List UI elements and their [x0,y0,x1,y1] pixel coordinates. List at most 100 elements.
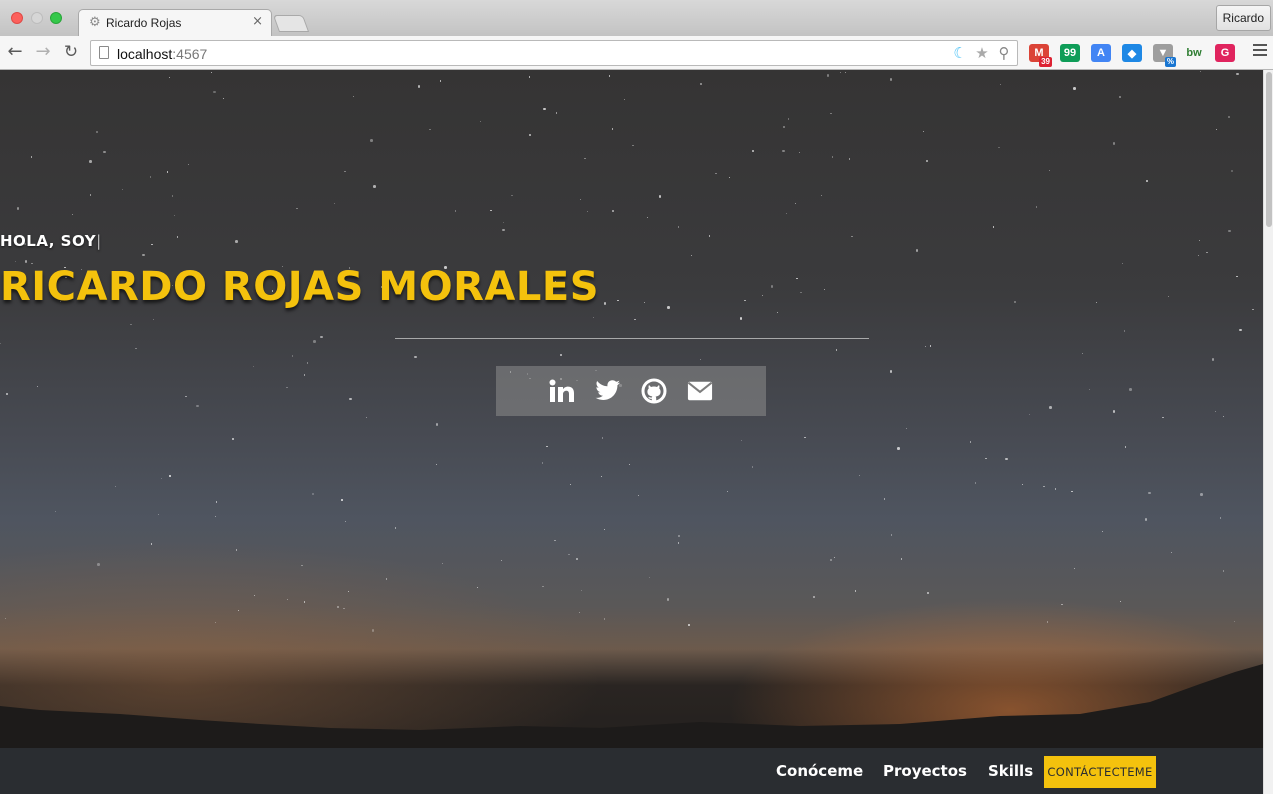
star-dot [840,71,842,73]
star-dot [196,404,199,408]
hero-divider [395,338,869,339]
star-dot [905,427,907,430]
nav-link-proyectos[interactable]: Proyectos [883,762,967,780]
grammarly-extension-icon[interactable]: G [1212,42,1238,64]
nav-link-skills[interactable]: Skills [988,762,1033,780]
star-dot [1146,180,1148,182]
star-dot [417,85,421,88]
nav-link-conoceme[interactable]: Conóceme [776,762,863,780]
star-dot [602,437,604,439]
star-dot [1214,411,1216,413]
star-dot [1230,169,1234,173]
star-dot [690,255,693,257]
star-dot [0,342,2,345]
zoom-icon[interactable]: ⚲ [995,44,1013,62]
star-dot [439,80,441,82]
email-icon[interactable] [687,378,713,404]
url-text[interactable]: localhost:4567 [117,46,207,62]
reload-icon[interactable]: ↻ [60,41,82,63]
maximize-window-button[interactable] [50,12,62,24]
star-dot [788,118,790,120]
browser-tab-active[interactable]: ⚙ Ricardo Rojas × [78,9,272,36]
star-dot [1049,406,1052,409]
star-dot [291,355,294,357]
page-viewport: HOLA, SOY| RICARDO ROJAS MORALES Conócem… [0,70,1263,794]
star-dot [969,441,972,443]
star-dot [14,260,16,262]
close-window-button[interactable] [11,12,23,24]
star-dot [728,177,730,179]
star-dot [922,130,924,133]
translate-extension-icon[interactable]: A [1088,42,1114,64]
minimize-window-button[interactable] [31,12,43,24]
back-arrow-icon[interactable]: ← [4,41,26,63]
star-dot [89,160,92,163]
star-dot [1123,330,1125,332]
star-dot [608,75,611,77]
star-dot [150,543,153,545]
star-dot [677,542,680,544]
star-dot [826,74,830,77]
star-dot [1200,493,1203,496]
star-dot [1046,621,1048,623]
star-dot [992,226,994,228]
star-dot [752,466,754,468]
star-dot [320,335,323,338]
star-dot [1074,567,1076,570]
star-dot [700,83,702,85]
star-dot [1234,620,1236,623]
star-dot [1061,604,1063,606]
star-dot [542,585,544,587]
star-dot [1236,72,1239,76]
star-dot [752,150,754,152]
star-dot [6,393,8,395]
star-dot [371,629,375,632]
linkedin-icon[interactable] [549,378,575,404]
dropbox-extension-icon[interactable]: ◆ [1119,42,1145,64]
star-dot [160,477,162,480]
star-dot [370,139,373,142]
moon-extension-icon[interactable]: ☾ [951,44,969,62]
star-dot [171,195,174,197]
scrollbar-thumb[interactable] [1266,72,1272,227]
star-dot [185,395,187,397]
star-dot [222,98,224,100]
star-dot [930,345,932,347]
star-dot [152,318,154,321]
github-icon[interactable] [641,378,667,404]
star-dot [24,260,28,263]
star-dot [541,462,543,464]
chrome-menu-icon[interactable] [1253,44,1267,59]
star-dot [1120,600,1122,603]
forward-arrow-icon[interactable]: → [32,41,54,63]
star-dot [254,594,256,597]
address-bar[interactable]: localhost:4567 ☾ ★ ⚲ [90,40,1018,66]
page-scrollbar[interactable] [1263,70,1273,794]
star-dot [646,217,649,219]
star-dot [1170,551,1172,554]
star-dot [303,374,306,376]
star-dot [480,120,482,122]
star-dot [311,492,315,496]
contact-button[interactable]: CONTÁCTECTEME [1044,756,1156,788]
star-bookmark-icon[interactable]: ★ [973,44,991,62]
twitter-icon[interactable] [595,378,621,404]
honey-extension-icon[interactable]: ▼% [1150,42,1176,67]
tab-close-icon[interactable]: × [252,14,263,29]
bw-extension-icon[interactable]: bw [1181,42,1207,64]
star-dot [114,485,117,488]
hangouts-extension-icon[interactable]: 99 [1057,42,1083,64]
star-dot [786,212,788,214]
star-dot [623,99,626,101]
star-dot [215,621,217,624]
star-dot [546,445,548,447]
star-dot [830,112,832,115]
profile-button[interactable]: Ricardo [1215,5,1271,31]
new-tab-button[interactable] [272,15,310,32]
star-dot [429,128,431,130]
star-dot [287,599,289,601]
star-dot [836,349,838,351]
gmail-extension-icon[interactable]: M 39 [1026,42,1052,67]
star-dot [897,447,900,450]
star-dot [237,609,240,611]
